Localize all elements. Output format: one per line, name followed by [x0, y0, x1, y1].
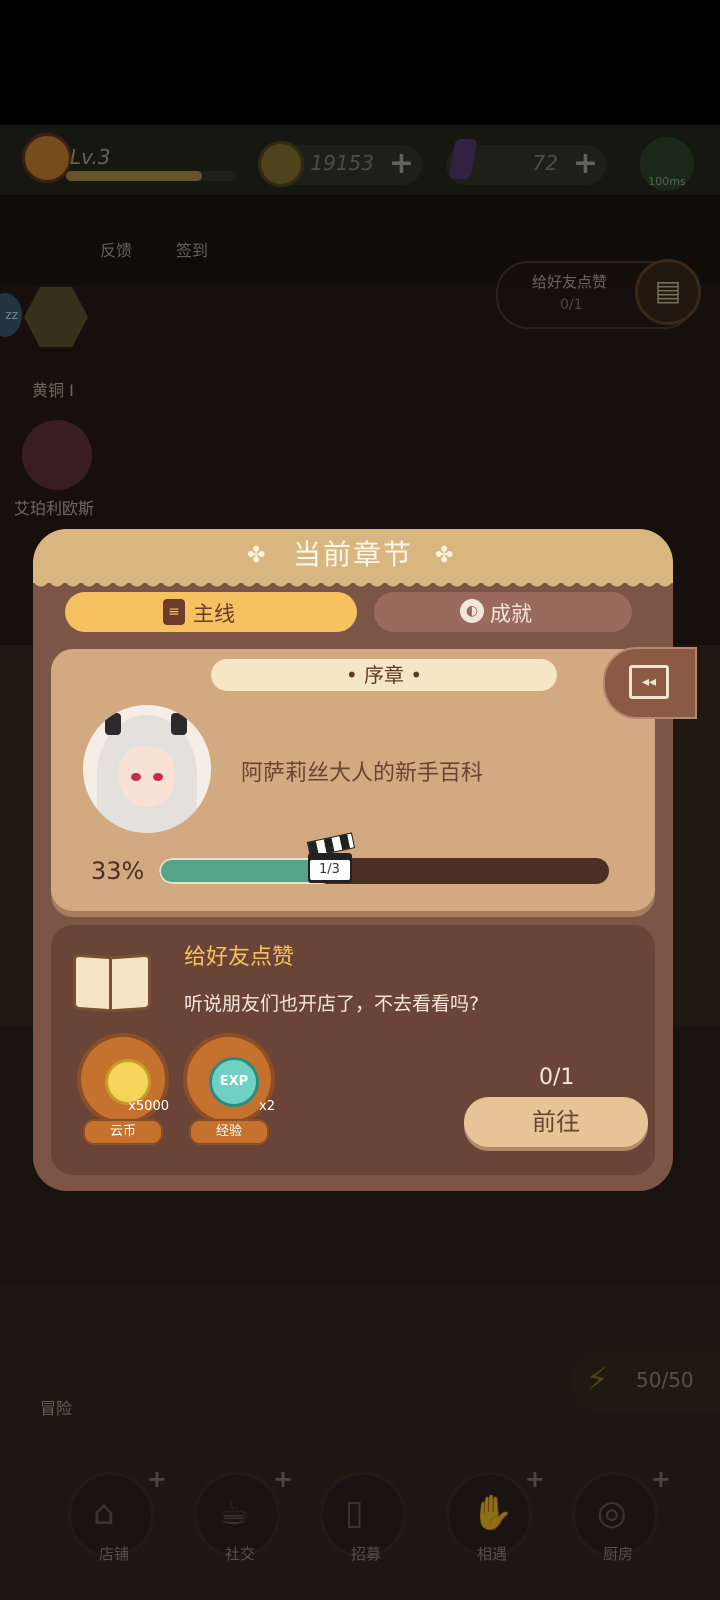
tab-main-story[interactable]: ≡ 主线	[65, 592, 357, 632]
reward-cloud-coin[interactable]: x5000 云币	[75, 1033, 169, 1145]
reward-exp[interactable]: EXP x2 经验	[181, 1033, 275, 1145]
chapter-name: • 序章 •	[211, 659, 557, 691]
chapter-progress-bar	[159, 858, 609, 884]
chapter-percent: 33%	[91, 857, 145, 885]
chapter-modal: ✤ 当前章节 ✤ ≡ 主线 ◐ 成就 • 序章 • 阿萨莉丝大人的新手百科 33…	[33, 529, 673, 1191]
reward-name: 经验	[189, 1119, 269, 1145]
task-description: 听说朋友们也开店了，不去看看吗?	[184, 993, 480, 1015]
portrait-horn	[171, 713, 187, 735]
clapperboard-body: 1/3	[307, 853, 352, 883]
portrait-horn	[105, 713, 121, 735]
open-book-icon	[71, 949, 151, 1013]
modal-title: 当前章节	[292, 538, 413, 571]
modal-header: ✤ 当前章节 ✤	[33, 529, 673, 591]
chapter-card: • 序章 • 阿萨莉丝大人的新手百科 33% 1/3	[51, 649, 655, 911]
chapter-subtitle: 阿萨莉丝大人的新手百科	[241, 761, 484, 786]
book-page-right	[109, 953, 151, 1013]
reward-name: 云币	[83, 1119, 163, 1145]
tab-main-story-label: 主线	[193, 602, 235, 626]
portrait-eye	[153, 773, 163, 781]
reward-qty: x5000	[128, 1099, 169, 1114]
tab-achievement[interactable]: ◐ 成就	[374, 592, 632, 632]
portrait-eye	[131, 773, 141, 781]
exp-icon: EXP	[209, 1057, 259, 1107]
go-button[interactable]: 前往	[464, 1097, 648, 1147]
task-progress: 0/1	[539, 1065, 575, 1090]
tab-achievement-label: 成就	[490, 602, 532, 626]
film-rewind-icon: ◂◂	[629, 665, 669, 699]
notebook-icon: ≡	[163, 599, 185, 625]
chapter-step-label: 1/3	[309, 860, 350, 880]
reward-qty: x2	[259, 1099, 275, 1114]
clapperboard-icon: 1/3	[306, 832, 355, 885]
character-portrait	[83, 705, 211, 833]
flower-icon: ✤	[435, 543, 454, 568]
portrait-face	[119, 747, 175, 807]
replay-film-button[interactable]: ◂◂	[603, 647, 697, 719]
task-card: 给好友点赞 听说朋友们也开店了，不去看看吗? x5000 云币 EXP x2 经…	[51, 925, 655, 1175]
achievement-icon: ◐	[460, 599, 484, 623]
task-title: 给好友点赞	[184, 945, 295, 970]
